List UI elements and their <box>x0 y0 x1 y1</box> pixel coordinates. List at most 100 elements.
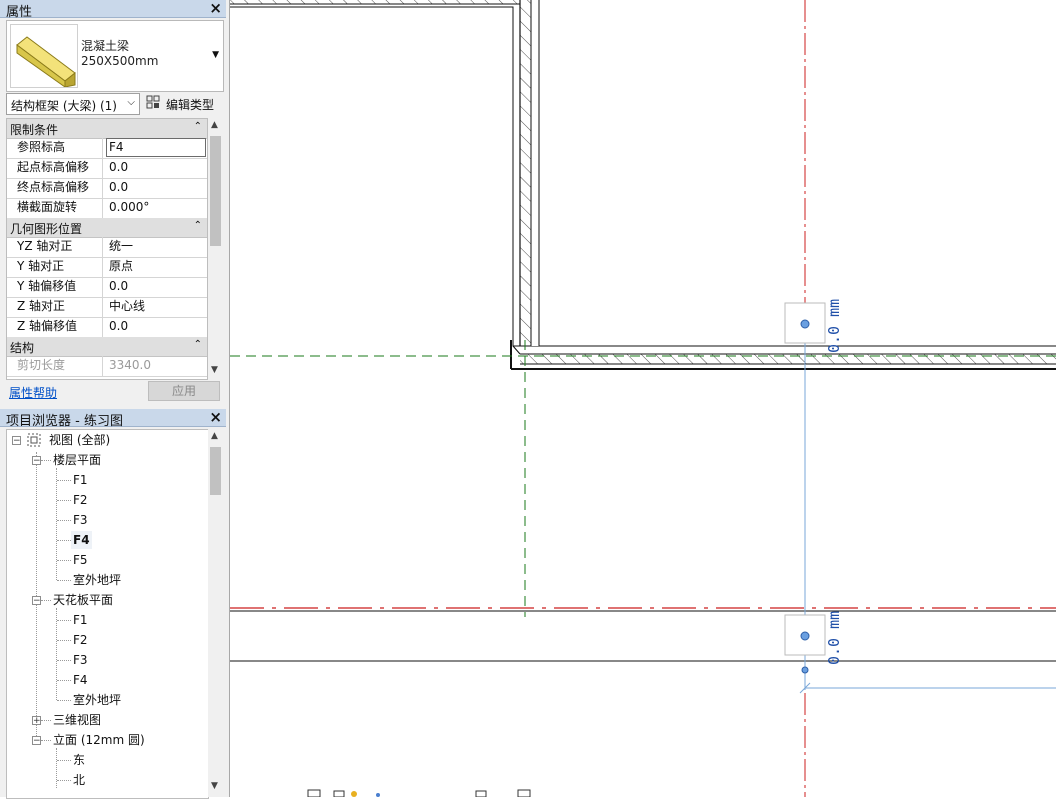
type-size: 250X500mm <box>81 54 159 68</box>
group-structure[interactable]: 结构 ⌃ <box>7 337 207 357</box>
tree-node-floor-plan[interactable]: F2 <box>73 491 88 509</box>
views-icon <box>27 433 41 447</box>
tree-node-ceiling-plan[interactable]: F4 <box>73 671 88 689</box>
group-constraints[interactable]: 限制条件 ⌃ <box>7 119 207 139</box>
collapse-icon[interactable]: ⌃ <box>194 121 202 132</box>
tree-node-3d-views[interactable]: 三维视图 <box>53 711 101 729</box>
property-row: 剪切长度 3340.0 <box>7 356 207 377</box>
scroll-thumb[interactable] <box>210 447 221 495</box>
group-geometry-position[interactable]: 几何图形位置 ⌃ <box>7 218 207 238</box>
collapse-toggle[interactable]: − <box>32 596 41 606</box>
property-value[interactable]: 统一 <box>107 237 207 257</box>
wall-edge <box>512 345 521 355</box>
apply-button[interactable]: 应用 <box>148 381 220 401</box>
tree-node-floor-plan[interactable]: 室外地坪 <box>73 571 121 589</box>
sun-path-icon[interactable] <box>351 791 357 797</box>
browser-title: 项目浏览器 - 练习图 <box>6 414 123 429</box>
dimension-label-top[interactable]: 0.0 mm <box>825 299 843 353</box>
edit-type-icon <box>146 95 160 109</box>
property-row[interactable]: Y 轴偏移值 0.0 <box>7 277 207 298</box>
properties-title: 属性 <box>6 5 33 20</box>
tree-connector <box>57 520 71 521</box>
collapse-icon[interactable]: ⌃ <box>194 220 202 231</box>
tree-node-floor-plans[interactable]: 楼层平面 <box>53 451 101 469</box>
edit-type-label: 编辑类型 <box>166 98 215 112</box>
properties-scrollbar[interactable]: ▲ ▼ <box>208 118 223 378</box>
collapse-toggle[interactable]: − <box>12 436 21 446</box>
property-value[interactable]: 中心线 <box>107 297 207 317</box>
collapse-toggle[interactable]: − <box>32 456 41 466</box>
close-icon[interactable]: × <box>209 0 222 17</box>
drawing-canvas[interactable]: 0.0 mm 0.0 mm <box>230 0 1056 797</box>
close-icon[interactable]: × <box>209 408 222 426</box>
property-key: 横截面旋转 <box>7 198 103 218</box>
wall-core <box>531 0 539 346</box>
property-key: YZ 轴对正 <box>7 237 103 257</box>
property-row[interactable]: Z 轴偏移值 0.0 <box>7 317 207 338</box>
property-value[interactable]: 0.0 <box>107 317 207 337</box>
dimension-label-bottom[interactable]: 0.0 mm <box>825 611 843 665</box>
collapse-icon[interactable]: ⌃ <box>194 339 202 350</box>
browser-scrollbar[interactable]: ▲ ▼ <box>208 429 223 797</box>
chevron-down-icon[interactable]: ▼ <box>212 50 219 60</box>
tree-connector <box>57 680 71 681</box>
beam-end-grip[interactable] <box>800 319 810 329</box>
crop-icon[interactable] <box>475 790 487 797</box>
property-value[interactable]: 0.000° <box>107 198 207 218</box>
property-value[interactable]: 0.0 <box>107 178 207 198</box>
property-value-input[interactable]: F4 <box>106 138 206 157</box>
detail-level-icon[interactable] <box>333 790 345 797</box>
property-row[interactable]: 横截面旋转 0.000° <box>7 198 207 219</box>
scroll-down-icon[interactable]: ▼ <box>211 365 218 375</box>
tree-node-floor-plan-active[interactable]: F4 <box>71 531 92 549</box>
properties-title-bar[interactable]: 属性 × <box>0 0 226 20</box>
tree-node-floor-plan[interactable]: F5 <box>73 551 88 569</box>
view-control-bar[interactable] <box>306 788 546 797</box>
tree-node-elevations[interactable]: 立面 (12mm 圆) <box>53 731 145 749</box>
tree-node-floor-plan[interactable]: F1 <box>73 471 88 489</box>
tree-connector <box>57 500 71 501</box>
property-key: 剪切长度 <box>7 356 103 376</box>
type-selector[interactable]: 混凝土梁 250X500mm ▼ <box>6 20 224 92</box>
tree-connector <box>57 620 71 621</box>
edit-type-button[interactable]: 编辑类型 <box>144 93 224 113</box>
expand-toggle[interactable]: + <box>32 716 41 726</box>
plan-view[interactable]: 0.0 mm 0.0 mm <box>230 0 1056 797</box>
tree-node-views-all[interactable]: 视图 (全部) <box>49 431 110 449</box>
beam-end-grip[interactable] <box>800 631 810 641</box>
beam-offset-grip[interactable] <box>801 666 809 674</box>
property-row[interactable]: Y 轴对正 原点 <box>7 257 207 278</box>
property-row[interactable]: 参照标高 F4 <box>7 138 207 159</box>
group-label: 限制条件 <box>10 123 59 137</box>
tree-node-ceiling-plan[interactable]: F2 <box>73 631 88 649</box>
scale-icon[interactable] <box>307 789 321 797</box>
tree-connector <box>56 608 57 700</box>
tree-node-ceiling-plan[interactable]: F1 <box>73 611 88 629</box>
tree-node-ceiling-plan[interactable]: 室外地坪 <box>73 691 121 709</box>
tree-connector <box>57 580 71 581</box>
scroll-up-icon[interactable]: ▲ <box>211 431 218 441</box>
temporary-hide-icon[interactable] <box>517 789 531 797</box>
tree-node-ceiling-plans[interactable]: 天花板平面 <box>53 591 113 609</box>
property-value[interactable]: 0.0 <box>107 158 207 178</box>
tree-node-floor-plan[interactable]: F3 <box>73 511 88 529</box>
properties-help-link[interactable]: 属性帮助 <box>9 384 57 401</box>
scroll-up-icon[interactable]: ▲ <box>211 120 218 130</box>
visual-style-icon[interactable] <box>376 793 380 797</box>
property-row[interactable]: 终点标高偏移 0.0 <box>7 178 207 199</box>
scroll-down-icon[interactable]: ▼ <box>211 781 218 791</box>
property-row[interactable]: YZ 轴对正 统一 <box>7 237 207 258</box>
room-boundary-line <box>230 6 1056 347</box>
property-value[interactable]: 原点 <box>107 257 207 277</box>
property-row[interactable]: 起点标高偏移 0.0 <box>7 158 207 179</box>
property-row[interactable]: Z 轴对正 中心线 <box>7 297 207 318</box>
scroll-thumb[interactable] <box>210 136 221 246</box>
tree-node-ceiling-plan[interactable]: F3 <box>73 651 88 669</box>
tree-node-elevation[interactable]: 北 <box>73 771 85 789</box>
tree-node-elevation[interactable]: 东 <box>73 751 85 769</box>
property-value[interactable]: 0.0 <box>107 277 207 297</box>
instance-filter-select[interactable]: 结构框架 (大梁) (1) ⌵ <box>6 93 140 115</box>
property-key: Y 轴对正 <box>7 257 103 277</box>
collapse-toggle[interactable]: − <box>32 736 41 746</box>
browser-title-bar[interactable]: 项目浏览器 - 练习图 × <box>0 408 226 429</box>
